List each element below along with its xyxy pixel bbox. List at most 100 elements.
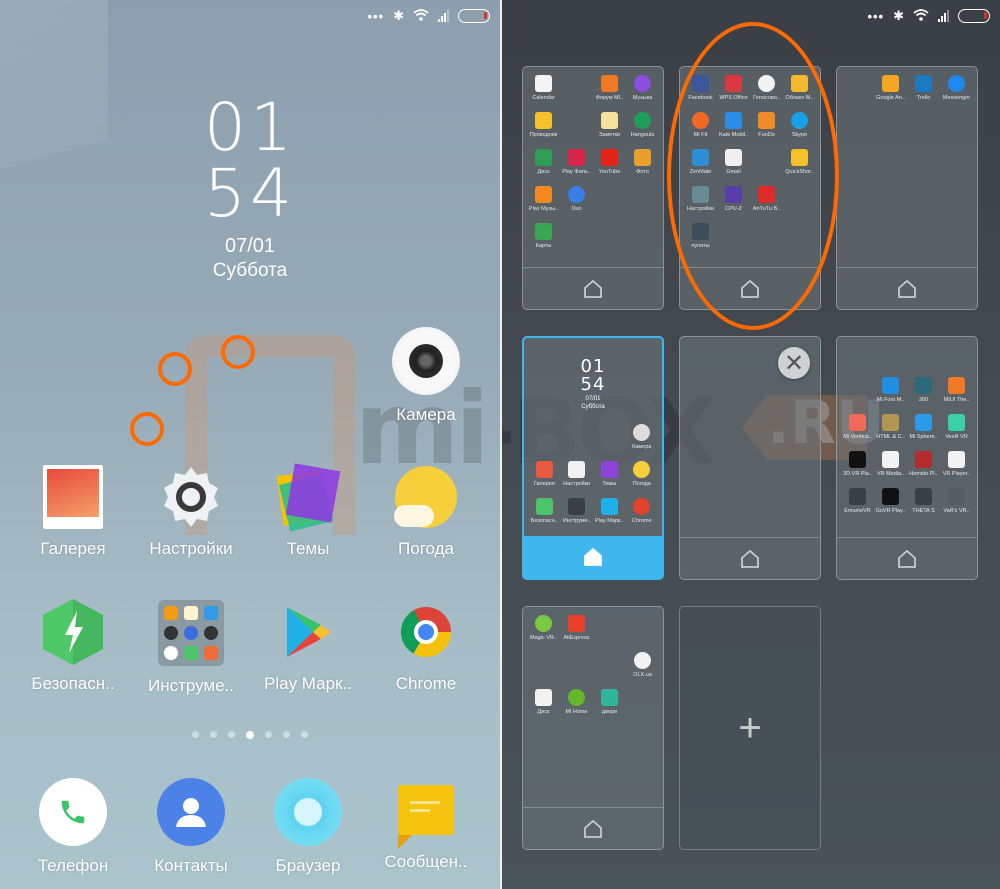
mini-app[interactable]: Mi Sphere.. xyxy=(907,414,940,445)
mini-app[interactable]: THETA S xyxy=(907,488,940,519)
mini-app[interactable]: Duo xyxy=(560,186,593,217)
clock-widget[interactable]: 01 54 07/01 Суббота xyxy=(0,95,500,282)
mini-app[interactable]: Заметки xyxy=(593,112,626,143)
mini-app[interactable]: VR Player.. xyxy=(940,451,973,482)
mini-app[interactable]: Mi Home xyxy=(560,689,593,720)
mini-app[interactable]: Google An.. xyxy=(874,75,907,106)
mini-app[interactable]: GoVR Play.. xyxy=(874,488,907,519)
mini-app[interactable]: Play Марк.. xyxy=(593,498,626,529)
dock-phone[interactable]: Телефон xyxy=(13,778,133,876)
app-chrome[interactable]: Chrome xyxy=(366,600,486,694)
app-play-market[interactable]: Play Марк.. xyxy=(248,600,368,694)
mini-app[interactable]: Play Музы.. xyxy=(527,186,560,217)
mini-app[interactable]: Mi Verifica.. xyxy=(841,414,874,445)
mini-app[interactable]: Диск xyxy=(527,689,560,720)
dock-contacts[interactable]: Контакты xyxy=(131,778,251,876)
mini-app[interactable]: AliExpress xyxy=(560,615,593,646)
mini-app[interactable]: 3D VR Pla.. xyxy=(841,451,874,482)
mini-app[interactable]: Галерея xyxy=(528,461,561,492)
mini-app[interactable]: 360 xyxy=(907,377,940,408)
app-label: Темы xyxy=(286,539,330,558)
mini-app[interactable]: Play Филь.. xyxy=(560,149,593,180)
mini-app[interactable]: Темы xyxy=(593,461,626,492)
set-home-button[interactable] xyxy=(524,536,662,578)
mini-app[interactable]: OLX.ua xyxy=(626,652,659,683)
mini-app[interactable]: Настройки xyxy=(561,461,594,492)
mini-app[interactable]: MIUI The.. xyxy=(940,377,973,408)
wifi-icon xyxy=(413,8,429,24)
app-icon xyxy=(535,112,552,129)
mini-app-label: Инструме.. xyxy=(562,518,591,524)
mini-app[interactable]: HTML & C.. xyxy=(874,414,907,445)
app-themes[interactable]: Темы xyxy=(248,463,368,559)
set-home-button[interactable] xyxy=(680,537,820,579)
page-dot[interactable] xyxy=(265,731,272,738)
mini-app-label: Музыка xyxy=(632,95,653,101)
mini-app[interactable]: Форум MI.. xyxy=(593,75,626,106)
mini-app[interactable]: Карты xyxy=(527,223,560,254)
mini-app[interactable]: Mi Font M.. xyxy=(874,377,907,408)
home-icon xyxy=(740,549,760,568)
mini-app[interactable]: Фото xyxy=(626,149,659,180)
mini-app[interactable]: VaR's VR.. xyxy=(940,488,973,519)
mini-app[interactable]: Hangouts xyxy=(626,112,659,143)
mini-app[interactable]: Проводник xyxy=(527,112,560,143)
page-thumbnail[interactable]: Magic VR.. AliExpress OLX.ua Диск Mi Home две… xyxy=(522,606,664,850)
set-home-button[interactable] xyxy=(523,267,663,309)
page-dot[interactable] xyxy=(283,731,290,738)
page-dot[interactable] xyxy=(228,731,235,738)
gallery-icon xyxy=(43,465,103,529)
mini-app[interactable]: Погода xyxy=(626,461,659,492)
page-thumbnail[interactable]: ✕ xyxy=(679,336,821,580)
page-dot-current[interactable] xyxy=(246,731,254,739)
add-page-button[interactable]: + xyxy=(679,606,821,850)
page-dot[interactable] xyxy=(192,731,199,738)
app-icon xyxy=(535,689,552,706)
mini-app[interactable]: Calendar xyxy=(527,75,560,106)
app-icon xyxy=(882,75,899,92)
mini-app-label: VaR's VR.. xyxy=(943,508,970,514)
clock-date: 07/01 xyxy=(224,235,276,257)
app-security[interactable]: Безопасн.. xyxy=(13,599,133,694)
set-home-button[interactable] xyxy=(523,807,663,849)
set-home-button[interactable] xyxy=(837,267,977,309)
app-camera[interactable]: Камера xyxy=(366,327,486,425)
mini-app[interactable]: VR Media.. xyxy=(874,451,907,482)
mini-app[interactable]: Безопасн.. xyxy=(528,498,561,529)
mini-app-label: Magic VR.. xyxy=(530,635,557,641)
mini-app[interactable]: Magic VR.. xyxy=(527,615,560,646)
app-tools-folder[interactable]: Инструме.. xyxy=(131,600,251,696)
mini-app[interactable]: Инструме.. xyxy=(561,498,594,529)
home-icon xyxy=(897,279,917,298)
close-icon[interactable]: ✕ xyxy=(778,347,810,379)
page-thumbnail[interactable]: Google An.. Trello Messenger xyxy=(836,66,978,310)
mini-app[interactable]: Homido Pl.. xyxy=(907,451,940,482)
page-thumbnail-default[interactable]: 01 54 07/01 Суббота Камера Галерея Настройк… xyxy=(522,336,664,580)
clock-hour: 01 xyxy=(204,89,296,166)
mini-app[interactable]: двери xyxy=(593,689,626,720)
app-settings[interactable]: Настройки xyxy=(131,465,251,559)
page-thumbnail[interactable]: Mi Font M.. 360 MIUI The.. Mi Verifica.. HTM… xyxy=(836,336,978,580)
mini-app[interactable]: Диск xyxy=(527,149,560,180)
app-weather[interactable]: Погода xyxy=(366,465,486,559)
mini-app[interactable]: Messenger xyxy=(940,75,973,106)
bluetooth-icon: ✱ xyxy=(393,8,404,23)
page-dot[interactable] xyxy=(210,731,217,738)
mini-app[interactable]: VeeR VR xyxy=(940,414,973,445)
mini-app[interactable]: EmumeVR xyxy=(841,488,874,519)
mini-app[interactable]: Chrome xyxy=(626,498,659,529)
mini-app[interactable]: Trello xyxy=(907,75,940,106)
mini-app-label: Trello xyxy=(916,95,931,101)
set-home-button[interactable] xyxy=(837,537,977,579)
mini-app[interactable]: YouTube xyxy=(593,149,626,180)
mini-app[interactable]: Музыка xyxy=(626,75,659,106)
mini-app-label: 360 xyxy=(918,397,929,403)
page-dot[interactable] xyxy=(301,731,308,738)
dock-browser[interactable]: Браузер xyxy=(248,778,368,876)
page-thumbnail[interactable]: Calendar Форум MI.. Музыка Проводник Заметки… xyxy=(522,66,664,310)
dock-messages[interactable]: Сообщен.. xyxy=(366,778,486,872)
annotation-oval xyxy=(667,22,839,330)
app-gallery[interactable]: Галерея xyxy=(13,465,133,559)
mini-app-label: Hangouts xyxy=(630,132,655,138)
mini-app[interactable]: Камера xyxy=(626,424,659,455)
